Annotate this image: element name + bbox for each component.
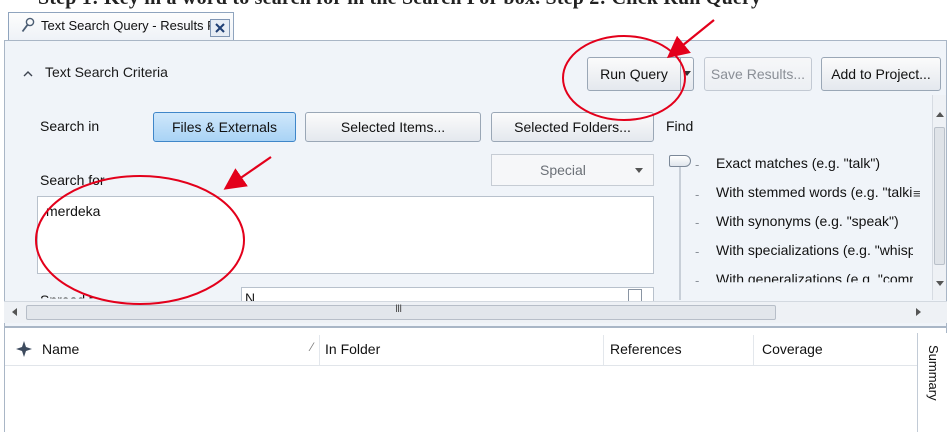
run-query-button[interactable]: Run Query	[587, 57, 681, 91]
find-option-exact[interactable]: Exact matches (e.g. "talk")	[716, 155, 880, 171]
chevron-down-icon	[635, 168, 643, 173]
column-separator[interactable]	[319, 335, 320, 365]
column-coverage[interactable]: Coverage	[762, 341, 823, 357]
criteria-header[interactable]: Text Search Criteria	[45, 64, 168, 80]
horizontal-scroll-thumb[interactable]: III	[26, 303, 776, 320]
column-separator[interactable]	[603, 335, 604, 365]
option-tick: -	[695, 273, 700, 288]
selected-folders-button[interactable]: Selected Folders...	[491, 112, 654, 142]
option-tick: -	[695, 157, 700, 172]
option-tick: -	[695, 244, 700, 259]
option-tick: -	[695, 215, 700, 230]
horizontal-scrollbar[interactable]: III	[4, 301, 947, 323]
special-dropdown-label: Special	[540, 162, 586, 178]
chevron-up-icon[interactable]	[22, 68, 34, 80]
scroll-up-icon[interactable]	[936, 111, 944, 117]
special-dropdown[interactable]: Special	[491, 154, 654, 186]
vertical-scroll-thumb[interactable]	[934, 127, 945, 265]
option-tick: -	[695, 187, 700, 202]
chevron-down-icon	[683, 71, 691, 76]
search-in-label: Search in	[40, 118, 100, 134]
partial-row-field[interactable]: N	[241, 287, 654, 301]
save-results-button[interactable]: Save Results...	[704, 57, 812, 91]
find-option-specializations[interactable]: With specializations (e.g. "whispe	[716, 242, 923, 258]
vertical-scrollbar[interactable]	[932, 95, 946, 300]
column-references[interactable]: References	[610, 341, 682, 357]
summary-tab-label: Summary	[926, 345, 941, 401]
column-separator[interactable]	[753, 335, 754, 365]
search-for-input[interactable]: merdeka	[37, 196, 654, 274]
selected-items-button[interactable]: Selected Items...	[305, 112, 481, 142]
column-in-folder[interactable]: In Folder	[325, 341, 380, 357]
find-label: Find	[666, 118, 694, 134]
tab-title: Text Search Query - Results Pre	[41, 18, 228, 33]
scroll-left-icon[interactable]	[11, 308, 17, 316]
find-slider-thumb[interactable]	[669, 155, 691, 167]
caption-text: Step 1: Key in a word to search for in t…	[38, 0, 761, 10]
scroll-right-icon[interactable]	[916, 308, 922, 316]
pin-icon[interactable]	[15, 340, 33, 358]
files-externals-button[interactable]: Files & Externals	[153, 112, 296, 142]
scroll-down-icon[interactable]	[936, 281, 944, 287]
run-query-dropdown[interactable]	[681, 57, 694, 91]
caption-strip: Step 1: Key in a word to search for in t…	[0, 0, 951, 10]
tab-text-search-query[interactable]: Text Search Query - Results Pre	[8, 12, 234, 40]
find-slider-track	[679, 160, 681, 300]
list-lines-icon: ≡	[913, 186, 921, 201]
close-icon[interactable]	[210, 19, 230, 37]
column-name[interactable]: Name	[42, 341, 79, 357]
partial-row-checkbox[interactable]	[628, 289, 642, 301]
search-for-label: Search for	[40, 172, 105, 188]
grip-icon: III	[395, 303, 402, 315]
sort-indicator: ⁄	[311, 340, 314, 354]
find-option-synonyms[interactable]: With synonyms (e.g. "speak")	[716, 213, 899, 229]
add-to-project-button[interactable]: Add to Project...	[821, 57, 941, 91]
magnifier-icon	[21, 17, 35, 33]
options-clip	[913, 150, 933, 300]
find-option-stemmed[interactable]: With stemmed words (e.g. "talkir	[716, 184, 917, 200]
